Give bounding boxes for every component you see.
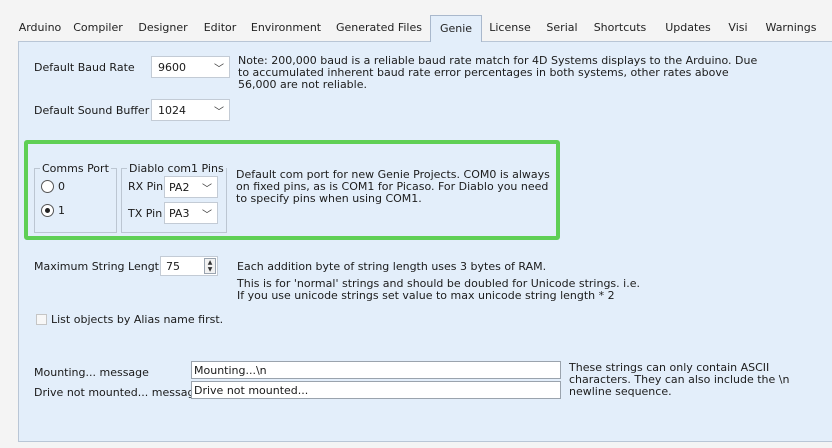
- drive-not-mounted-label: Drive not mounted... message: [34, 386, 202, 399]
- sound-buffer-value: 1024: [158, 104, 186, 117]
- tab-generated-files[interactable]: Generated Files: [331, 17, 427, 39]
- tab-shortcuts[interactable]: Shortcuts: [588, 17, 652, 39]
- unicode-note: This is for 'normal' strings and should …: [237, 277, 640, 302]
- alias-first-label: List objects by Alias name first.: [51, 313, 224, 326]
- sound-buffer-label: Default Sound Buffer: [34, 104, 150, 117]
- tab-designer[interactable]: Designer: [134, 17, 192, 39]
- tab-compiler[interactable]: Compiler: [69, 17, 127, 39]
- max-string-length-spinner[interactable]: 75 ▲ ▼: [160, 256, 218, 276]
- tab-serial[interactable]: Serial: [542, 17, 582, 39]
- tab-visi[interactable]: Visi: [723, 17, 753, 39]
- tab-editor[interactable]: Editor: [199, 17, 241, 39]
- drive-not-mounted-field[interactable]: [191, 381, 561, 399]
- increment-icon[interactable]: ▲: [205, 259, 215, 266]
- max-string-length-value: 75: [166, 260, 180, 273]
- drive-not-mounted-input[interactable]: [194, 383, 556, 397]
- string-length-note: Each addition byte of string length uses…: [237, 260, 547, 273]
- decrement-icon[interactable]: ▼: [205, 266, 215, 273]
- tab-updates[interactable]: Updates: [660, 17, 716, 39]
- tab-warnings[interactable]: Warnings: [760, 17, 822, 39]
- spinner-buttons: ▲ ▼: [204, 258, 216, 274]
- baud-rate-value: 9600: [158, 61, 186, 74]
- highlight-box: [24, 140, 560, 240]
- max-string-length-label: Maximum String Length: [34, 260, 166, 273]
- tab-arduino[interactable]: Arduino: [18, 17, 62, 39]
- baud-rate-label: Default Baud Rate: [34, 61, 135, 74]
- tab-genie[interactable]: Genie: [430, 15, 482, 42]
- mounting-message-field[interactable]: [191, 361, 561, 379]
- options-tabstrip: Arduino Compiler Designer Editor Environ…: [18, 15, 832, 42]
- strings-note: These strings can only contain ASCII cha…: [569, 361, 790, 398]
- chevron-down-icon: ﹀: [214, 64, 224, 75]
- alias-first-checkbox[interactable]: [36, 314, 47, 325]
- baud-rate-note: Note: 200,000 baud is a reliable baud ra…: [238, 54, 758, 91]
- tab-license[interactable]: License: [484, 17, 536, 39]
- tab-environment[interactable]: Environment: [248, 17, 324, 39]
- baud-rate-select[interactable]: 9600 ﹀: [151, 56, 230, 78]
- mounting-message-label: Mounting... message: [34, 366, 149, 379]
- chevron-down-icon: ﹀: [214, 107, 224, 118]
- mounting-message-input[interactable]: [194, 363, 556, 377]
- sound-buffer-select[interactable]: 1024 ﹀: [151, 99, 230, 121]
